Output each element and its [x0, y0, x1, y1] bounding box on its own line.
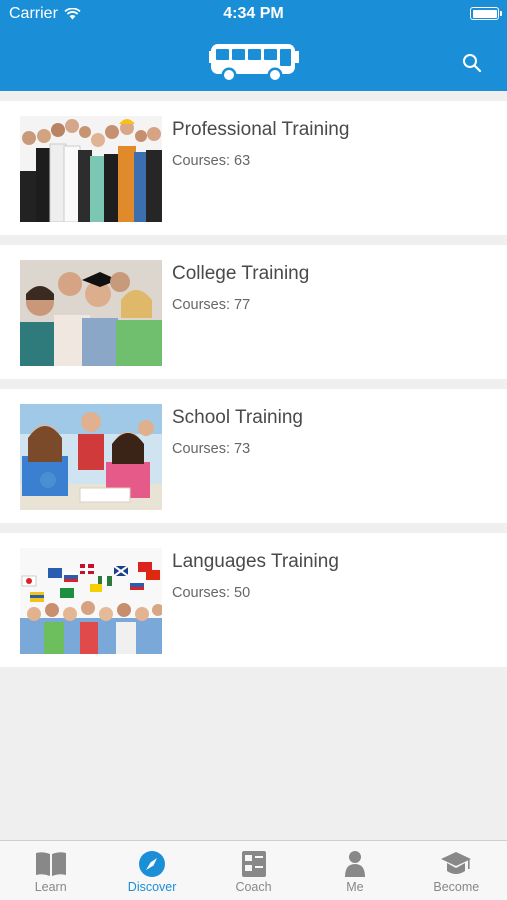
category-title: Languages Training [172, 551, 339, 572]
category-card-languages[interactable]: Languages Training Courses: 50 [0, 533, 507, 667]
tab-me[interactable]: Me [304, 841, 405, 900]
category-card-school[interactable]: School Training Courses: 73 [0, 389, 507, 523]
battery-icon [470, 7, 502, 20]
languages-training-photo [20, 548, 162, 654]
person-icon [344, 851, 365, 877]
course-count: Courses: 73 [172, 441, 251, 457]
tab-learn[interactable]: Learn [0, 841, 101, 900]
app-header: Carrier 4:34 PM [0, 0, 507, 91]
course-count: Courses: 77 [172, 297, 251, 313]
search-icon [463, 54, 482, 73]
checklist-icon [241, 851, 266, 877]
status-bar: Carrier 4:34 PM [0, 0, 507, 28]
tab-become[interactable]: Become [406, 841, 507, 900]
category-card-professional[interactable]: Professional Training Courses: 63 [0, 101, 507, 235]
category-card-college[interactable]: College Training Courses: 77 [0, 245, 507, 379]
tab-bar: Learn Discover Coach Me Become [0, 840, 507, 900]
search-button[interactable] [459, 50, 485, 76]
tab-discover[interactable]: Discover [101, 841, 202, 900]
category-title: Professional Training [172, 119, 350, 140]
clock: 4:34 PM [223, 5, 284, 22]
bus-icon [209, 44, 299, 83]
graduation-cap-icon [441, 852, 472, 874]
course-count: Courses: 63 [172, 153, 251, 169]
compass-icon [139, 851, 166, 877]
tab-label: Learn [34, 880, 67, 894]
course-count: Courses: 50 [172, 585, 251, 601]
school-training-photo [20, 404, 162, 510]
tab-label: Discover [127, 880, 177, 894]
category-list: Professional Training Courses: 63 Colleg… [0, 101, 507, 677]
tab-label: Me [346, 880, 364, 894]
category-title: College Training [172, 263, 310, 284]
category-title: School Training [172, 407, 303, 428]
professional-training-photo [20, 116, 162, 222]
book-icon [35, 852, 66, 876]
tab-label: Become [433, 880, 480, 894]
college-training-photo [20, 260, 162, 366]
tab-label: Coach [235, 880, 272, 894]
tab-coach[interactable]: Coach [203, 841, 304, 900]
